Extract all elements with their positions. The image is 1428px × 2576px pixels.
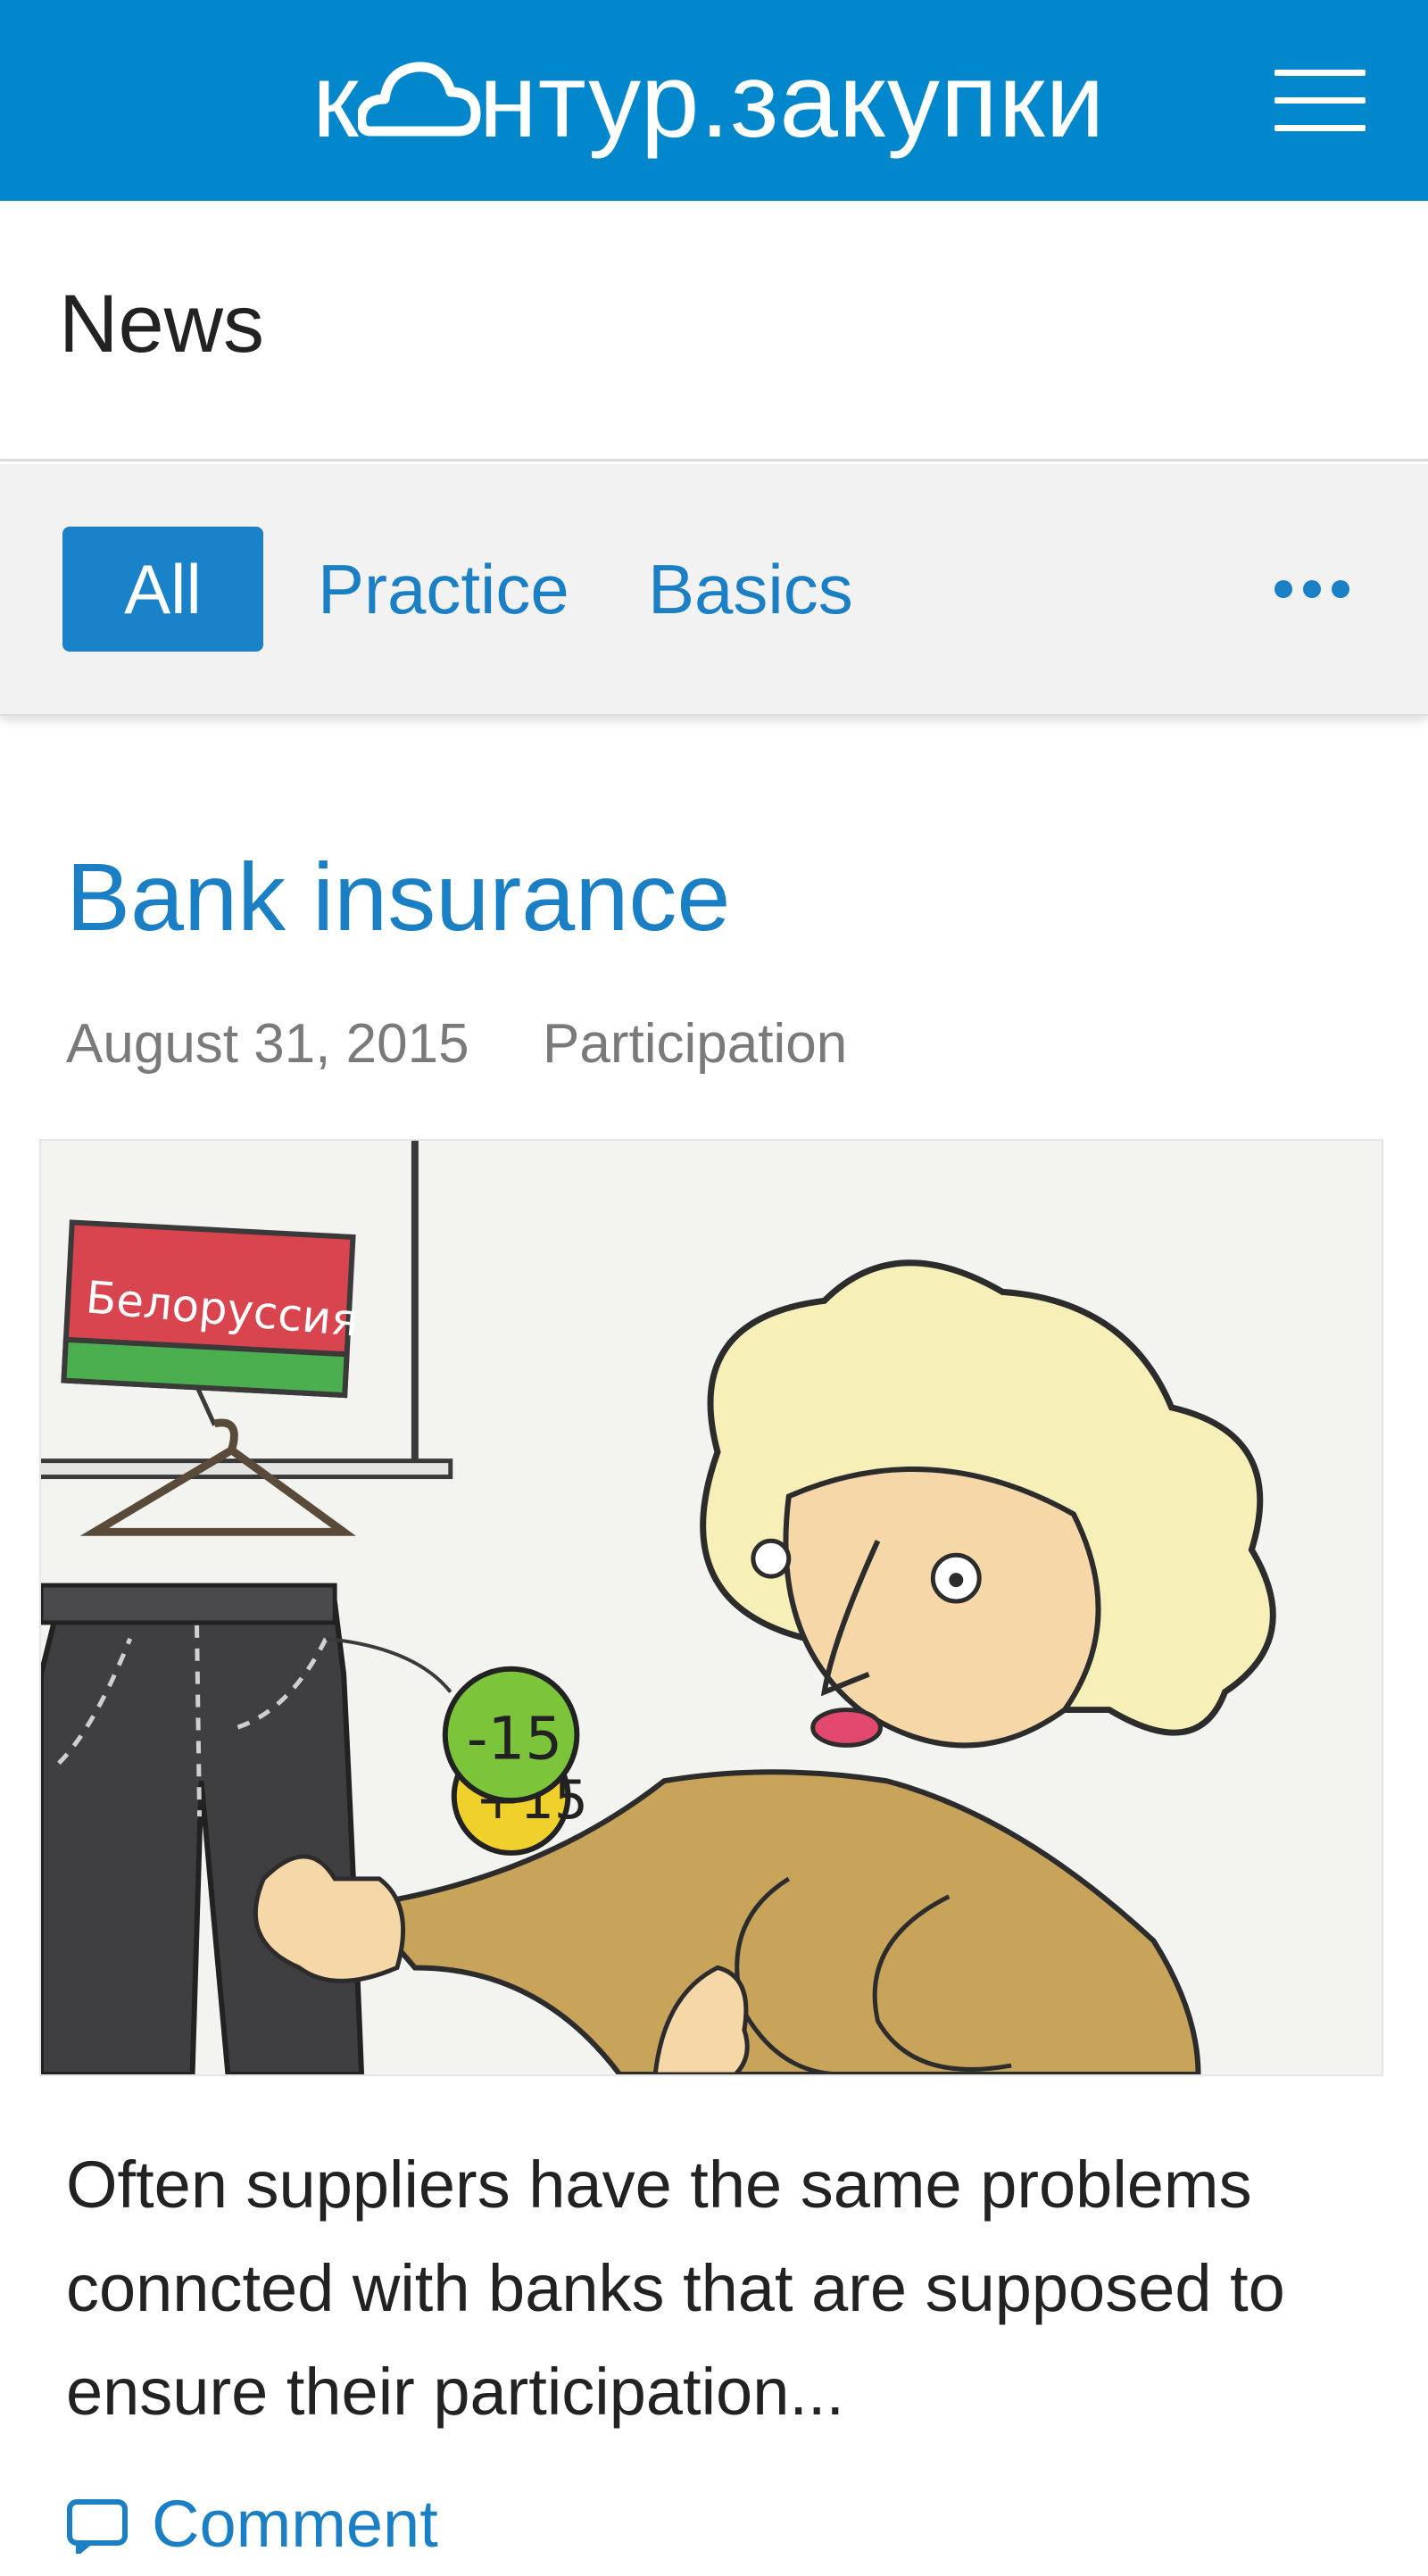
tab-basics[interactable]: Basics (648, 527, 853, 652)
top-bar: к нтур.закупки (0, 0, 1428, 201)
page-header: News (0, 201, 1428, 461)
article-category[interactable]: Participation (543, 1009, 847, 1080)
logo-suffix: нтур.закупки (478, 42, 1106, 160)
comment-bubble-icon (66, 2487, 129, 2558)
article-illustration[interactable]: Белоруссия +15 -15 (39, 1139, 1383, 2076)
hamburger-menu-icon[interactable] (1274, 70, 1366, 132)
page-title: News (59, 278, 265, 370)
tab-all[interactable]: All (62, 527, 263, 652)
tab-practice[interactable]: Practice (318, 527, 569, 652)
article-title-link[interactable]: Bank insurance (66, 835, 730, 960)
brand-logo[interactable]: к нтур.закупки (312, 34, 1105, 168)
cloud-logo-icon (355, 39, 481, 137)
more-dots-icon[interactable] (1267, 571, 1357, 607)
comment-link[interactable]: Comment (66, 2480, 438, 2569)
category-tabs: All Practice Basics (0, 464, 1428, 716)
tag-minus-text: -15 (467, 1704, 562, 1773)
logo-prefix: к (312, 42, 360, 160)
comment-label: Comment (152, 2487, 438, 2561)
article-date: August 31, 2015 (66, 1013, 469, 1075)
article-excerpt: Often suppliers have the same problems c… (66, 2148, 1285, 2429)
